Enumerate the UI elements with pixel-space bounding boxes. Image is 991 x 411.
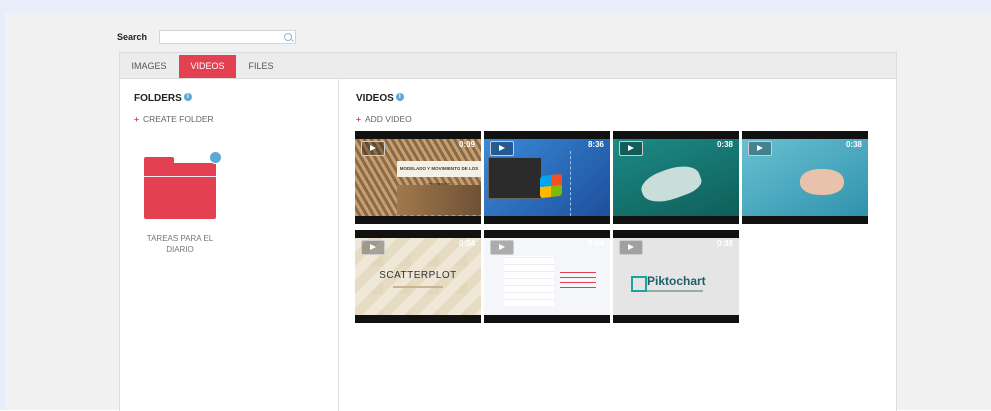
video-thumbnail[interactable]: Piktochart 0:38 (613, 230, 739, 323)
play-icon[interactable] (490, 240, 514, 255)
video-duration: 8:36 (587, 140, 604, 149)
video-duration: 0:38 (716, 140, 733, 149)
info-icon[interactable]: i (395, 93, 404, 101)
folder-badge-icon[interactable] (209, 151, 222, 164)
folders-heading: FOLDERS i (134, 93, 192, 104)
video-caption: MODELADO Y MOVIMIENTO DE LOS CUERPOS (397, 161, 481, 187)
create-folder-label: CREATE FOLDER (142, 114, 214, 124)
folders-title: FOLDERS (134, 93, 182, 104)
video-thumbnail[interactable]: 0:38 (742, 131, 868, 224)
tab-files[interactable]: FILES (240, 55, 282, 78)
column-divider (338, 78, 339, 411)
play-icon[interactable] (619, 141, 643, 156)
video-text-block (560, 268, 596, 288)
video-footer (613, 216, 739, 224)
video-subject (637, 159, 705, 209)
search-label: Search (117, 32, 148, 42)
video-duration: 0:38 (716, 239, 733, 248)
videos-title: VIDEOS (356, 93, 394, 104)
video-footer (484, 216, 610, 224)
tab-bar: IMAGES VIDEOS FILES (120, 53, 896, 79)
video-duration: 8:54 (587, 239, 604, 248)
video-caption: SCATTERPLOT (379, 270, 457, 281)
top-bar (0, 0, 991, 13)
add-video-label: ADD VIDEO (364, 114, 412, 124)
tab-images[interactable]: IMAGES (124, 55, 174, 78)
video-worksheet (504, 256, 554, 306)
windows-logo-icon (540, 173, 562, 199)
video-subject (800, 169, 844, 195)
video-guide-line (570, 151, 572, 221)
video-caption: Piktochart (647, 274, 706, 288)
play-icon[interactable] (748, 141, 772, 156)
folder-name[interactable]: TAREAS PARA EL DIARIO (130, 233, 230, 255)
folder-name-line-2: DIARIO (166, 245, 194, 254)
search-icon[interactable] (284, 33, 292, 41)
piktochart-logo-icon (631, 276, 647, 292)
media-panel: IMAGES VIDEOS FILES FOLDERS i + CREATE FOL… (119, 52, 897, 411)
video-footer (355, 315, 481, 323)
video-caption-underline (393, 286, 443, 288)
videos-heading: VIDEOS i (356, 93, 404, 104)
folder-item[interactable] (144, 151, 222, 222)
play-icon[interactable] (361, 141, 385, 156)
folder-name-line-1: TAREAS PARA EL (146, 234, 214, 243)
create-folder-link[interactable]: + CREATE FOLDER (134, 114, 214, 124)
plus-icon: + (134, 114, 139, 124)
video-thumbnail[interactable]: 0:38 (613, 131, 739, 224)
video-window (488, 157, 542, 199)
video-thumbnail[interactable]: 8:36 (484, 131, 610, 224)
video-thumbnail[interactable]: 8:54 (484, 230, 610, 323)
video-duration: 0:09 (458, 140, 475, 149)
video-duration: 0:54 (458, 239, 475, 248)
plus-icon: + (356, 114, 361, 124)
video-thumbnail[interactable]: MODELADO Y MOVIMIENTO DE LOS CUERPOS 0:0… (355, 131, 481, 224)
folder-icon (144, 163, 216, 219)
video-tagline (647, 290, 703, 292)
info-icon[interactable]: i (183, 93, 192, 101)
tab-videos[interactable]: VIDEOS (179, 55, 236, 78)
search-input[interactable] (159, 30, 296, 44)
add-video-link[interactable]: + ADD VIDEO (356, 114, 412, 124)
play-icon[interactable] (361, 240, 385, 255)
video-frame (397, 185, 481, 215)
video-footer (742, 216, 868, 224)
video-footer (613, 315, 739, 323)
video-thumbnail[interactable]: SCATTERPLOT 0:54 (355, 230, 481, 323)
folder-icon-line (144, 176, 216, 177)
video-footer (355, 216, 481, 224)
video-footer (484, 315, 610, 323)
play-icon[interactable] (490, 141, 514, 156)
play-icon[interactable] (619, 240, 643, 255)
video-duration: 0:38 (845, 140, 862, 149)
